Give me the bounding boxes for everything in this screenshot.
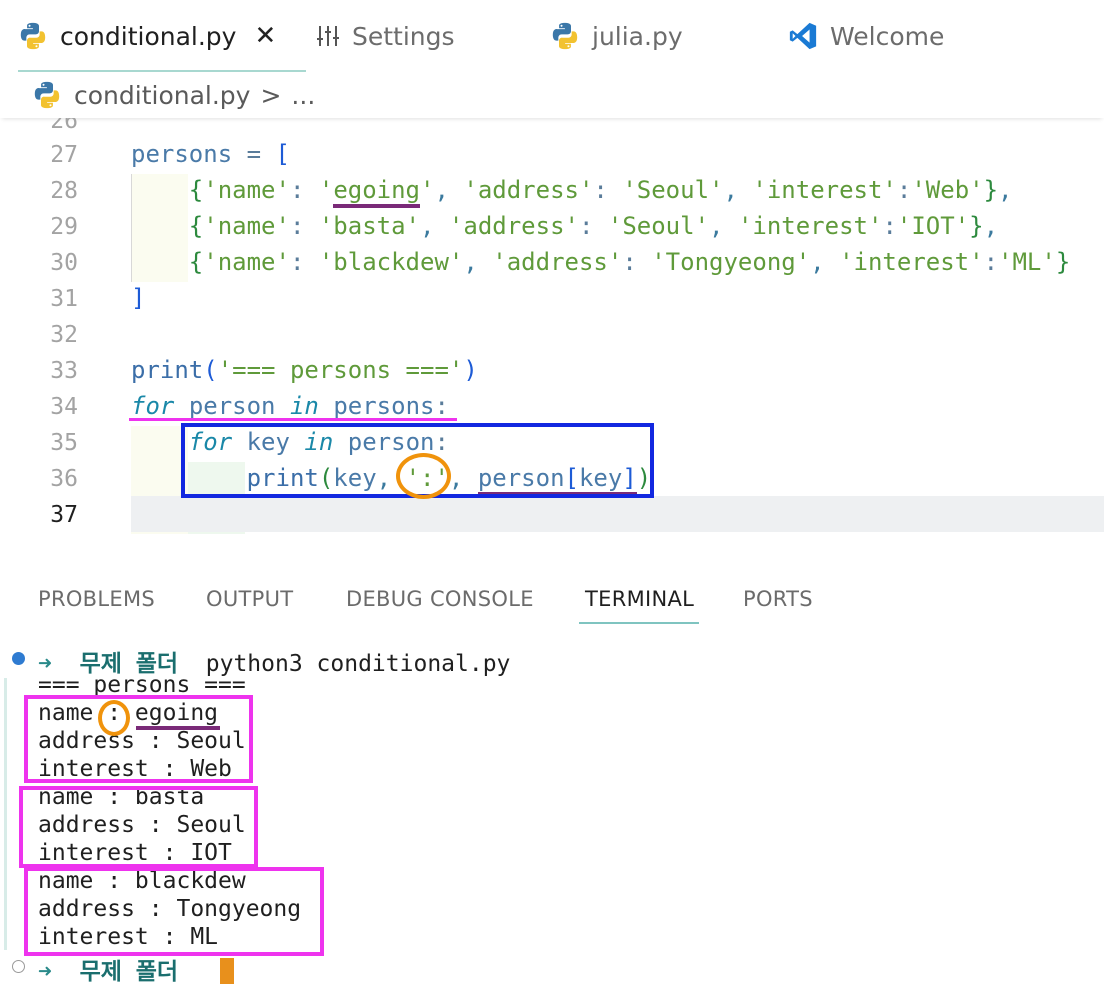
- line-number: 33: [50, 358, 78, 384]
- code-line-27: persons = [: [131, 140, 290, 168]
- tab-ports[interactable]: PORTS: [743, 587, 813, 611]
- tab-label: Welcome: [830, 21, 945, 51]
- code-line-31: ]: [131, 284, 146, 312]
- annotation-box-pink: [19, 786, 258, 868]
- code-line-30: {'name': 'blackdew', 'address': 'Tongyeo…: [188, 248, 1071, 276]
- tab-problems[interactable]: PROBLEMS: [38, 587, 155, 611]
- tab-output[interactable]: OUTPUT: [206, 587, 293, 611]
- terminal-cursor: [220, 958, 234, 984]
- tab-settings[interactable]: Settings: [316, 0, 455, 72]
- tab-label: julia.py: [592, 21, 683, 51]
- prompt-dir: 무제 폴더: [79, 959, 179, 985]
- line-number: 32: [50, 322, 78, 348]
- code-editor[interactable]: 26 27 28 29 30 31 32 33 34 35 36 37 pers…: [0, 118, 1104, 538]
- line-number: 27: [50, 142, 78, 168]
- line-number-current: 37: [50, 502, 78, 528]
- terminal-command: python3 conditional.py: [205, 651, 511, 677]
- line-number: 31: [50, 286, 78, 312]
- tab-conditional-py[interactable]: conditional.py ✕: [18, 0, 307, 72]
- python-icon: [34, 81, 60, 109]
- annotation-circle-orange: [98, 700, 130, 736]
- annotation-box-pink: [24, 695, 253, 783]
- code-line-28: {'name': 'egoing', 'address': 'Seoul', '…: [131, 176, 1013, 208]
- vscode-icon: [789, 22, 817, 50]
- command-output-bar: [4, 678, 7, 950]
- annotation-box-pink: [24, 867, 324, 956]
- terminal-prompt-line: ➜ 무제 폴더: [38, 952, 178, 986]
- tab-debug-console[interactable]: DEBUG CONSOLE: [346, 587, 534, 611]
- line-number: 30: [50, 250, 78, 276]
- annotation-underline-purple: egoing: [333, 176, 421, 208]
- breadcrumb: conditional.py > ...: [0, 72, 1104, 118]
- code-line-33: print('=== persons ==='): [131, 356, 478, 384]
- line-number: 34: [50, 394, 78, 420]
- editor-tab-bar: conditional.py ✕ Settings julia.py Welco…: [0, 0, 1104, 72]
- current-line-highlight: [131, 496, 1104, 532]
- tab-welcome[interactable]: Welcome: [788, 0, 944, 72]
- code-line-34: for person in persons:: [131, 392, 449, 420]
- tab-julia-py[interactable]: julia.py: [550, 0, 683, 72]
- tab-label: conditional.py: [60, 21, 237, 51]
- settings-icon: [317, 26, 339, 46]
- active-tab-indicator: [579, 622, 699, 624]
- line-number: 35: [50, 430, 78, 456]
- tab-terminal[interactable]: TERMINAL: [585, 587, 694, 611]
- code-line-29: {'name': 'basta', 'address': 'Seoul', 'i…: [188, 212, 999, 240]
- python-icon: [20, 22, 46, 50]
- breadcrumb-file[interactable]: conditional.py: [74, 81, 250, 110]
- breadcrumb-symbols[interactable]: ...: [291, 81, 315, 110]
- command-decoration-icon: [12, 960, 25, 973]
- tab-label: Settings: [352, 21, 455, 51]
- annotation-underline-purple: [136, 726, 220, 730]
- breadcrumb-separator: >: [260, 80, 282, 110]
- annotation-circle-orange: [396, 453, 451, 499]
- line-number: 29: [50, 214, 78, 240]
- annotation-underline-pink: [129, 418, 457, 421]
- panel-tab-bar: PROBLEMS OUTPUT DEBUG CONSOLE TERMINAL P…: [0, 575, 1104, 625]
- terminal[interactable]: ➜ 무제 폴더 python3 conditional.py === perso…: [0, 640, 1104, 985]
- prompt-arrow-icon: ➜: [38, 959, 52, 985]
- python-icon: [552, 22, 578, 50]
- command-decoration-icon: [12, 652, 25, 665]
- close-icon[interactable]: ✕: [254, 21, 276, 51]
- line-number: 36: [50, 466, 78, 492]
- line-number: 28: [50, 178, 78, 204]
- line-number: 26: [50, 118, 78, 134]
